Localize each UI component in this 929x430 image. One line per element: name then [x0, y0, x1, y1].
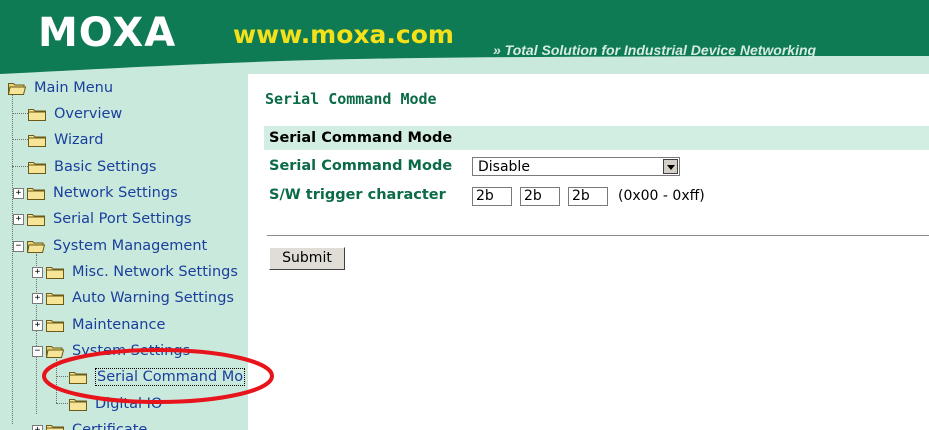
tree-connector-line	[12, 166, 28, 167]
expand-icon[interactable]: +	[32, 292, 43, 304]
folder-icon	[27, 187, 45, 200]
tree-connector-line	[12, 94, 13, 424]
folder-icon	[69, 398, 87, 411]
trigger-char-3-input[interactable]: 2b	[568, 187, 608, 206]
tree-connector-line	[56, 359, 57, 403]
sidebar-item-system-management[interactable]: − System Management	[13, 236, 207, 256]
sidebar-item-label: Maintenance	[72, 317, 166, 333]
page-title: Serial Command Mode	[265, 90, 437, 108]
open-folder-icon	[27, 240, 45, 253]
sidebar-item-digital-io[interactable]: Digital IO	[69, 394, 162, 414]
sidebar-item-label: Overview	[54, 106, 123, 122]
main-menu-tree: Main Menu Overview Wizard Basic Settings + Ne…	[0, 74, 248, 430]
folder-icon	[28, 108, 46, 121]
trigger-character-label: S/W trigger character	[269, 187, 446, 203]
divider	[267, 235, 929, 237]
selected-value: Disable	[478, 159, 530, 175]
folder-icon	[28, 134, 46, 147]
sidebar-item-label: Serial Port Settings	[53, 211, 192, 227]
trigger-char-2-input[interactable]: 2b	[520, 187, 560, 206]
folder-icon	[46, 424, 64, 430]
sidebar-item-main-menu[interactable]: Main Menu	[8, 78, 113, 98]
expand-icon[interactable]: +	[32, 319, 43, 331]
sidebar-item-label: System Management	[53, 238, 208, 254]
sidebar-item-label: Misc. Network Settings	[72, 264, 238, 280]
open-folder-icon	[8, 82, 26, 95]
moxa-logo: MOXA	[38, 10, 177, 56]
serial-command-mode-select[interactable]: Disable	[472, 157, 680, 176]
main-content: Serial Command Mode Serial Command Mode …	[248, 74, 929, 430]
folder-icon	[46, 266, 64, 279]
sidebar-item-label: Wizard	[54, 132, 104, 148]
sidebar-item-label: Main Menu	[34, 80, 114, 96]
folder-icon	[46, 319, 64, 332]
tree-connector-line	[56, 403, 68, 404]
tree-connector-line	[12, 139, 28, 140]
sidebar-item-serial-port-settings[interactable]: + Serial Port Settings	[13, 209, 191, 229]
sidebar-item-serial-command-mo[interactable]: Serial Command Mo	[69, 367, 246, 387]
sidebar-item-certificate[interactable]: + Certificate	[32, 420, 147, 430]
open-folder-icon	[46, 345, 64, 358]
sidebar-item-label: Certificate	[72, 422, 148, 430]
collapse-icon[interactable]: −	[13, 240, 24, 252]
sidebar-item-basic-settings[interactable]: Basic Settings	[28, 157, 156, 177]
sidebar-item-auto-warning-settings[interactable]: + Auto Warning Settings	[32, 288, 234, 308]
submit-button[interactable]: Submit	[269, 247, 345, 270]
folder-icon	[69, 371, 87, 384]
header-banner: MOXA www.moxa.com » Total Solution for I…	[0, 0, 929, 74]
folder-icon	[27, 213, 45, 226]
sidebar-item-wizard[interactable]: Wizard	[28, 130, 103, 150]
serial-command-mode-label: Serial Command Mode	[269, 158, 453, 174]
website-url: www.moxa.com	[233, 20, 454, 49]
section-title: Serial Command Mode	[269, 130, 453, 146]
section-header: Serial Command Mode	[264, 126, 929, 150]
sidebar-item-system-settings[interactable]: − System Settings	[32, 341, 190, 361]
sidebar-item-misc-network-settings[interactable]: + Misc. Network Settings	[32, 262, 238, 282]
tree-connector-line	[56, 376, 68, 377]
sidebar-item-label: Auto Warning Settings	[72, 290, 234, 306]
chevron-down-icon[interactable]	[663, 159, 678, 174]
sidebar-item-label: System Settings	[72, 343, 191, 359]
trigger-char-1-input[interactable]: 2b	[472, 187, 512, 206]
expand-icon[interactable]: +	[13, 187, 24, 199]
folder-icon	[28, 161, 46, 174]
sidebar-item-label: Network Settings	[53, 185, 178, 201]
expand-icon[interactable]: +	[32, 424, 43, 430]
sidebar-item-label: Basic Settings	[54, 159, 157, 175]
sidebar-item-network-settings[interactable]: + Network Settings	[13, 183, 178, 203]
header-wave-decoration	[0, 56, 929, 74]
sidebar-item-maintenance[interactable]: + Maintenance	[32, 315, 165, 335]
folder-icon	[46, 292, 64, 305]
sidebar-item-overview[interactable]: Overview	[28, 104, 122, 124]
trigger-range-hint: (0x00 - 0xff)	[618, 188, 705, 204]
tagline: » Total Solution for Industrial Device N…	[493, 42, 817, 58]
sidebar-item-label: Digital IO	[95, 396, 163, 412]
expand-icon[interactable]: +	[32, 266, 43, 278]
collapse-icon[interactable]: −	[32, 345, 43, 357]
tree-connector-line	[12, 113, 28, 114]
sidebar-item-label: Serial Command Mo	[95, 368, 246, 386]
expand-icon[interactable]: +	[13, 213, 24, 225]
